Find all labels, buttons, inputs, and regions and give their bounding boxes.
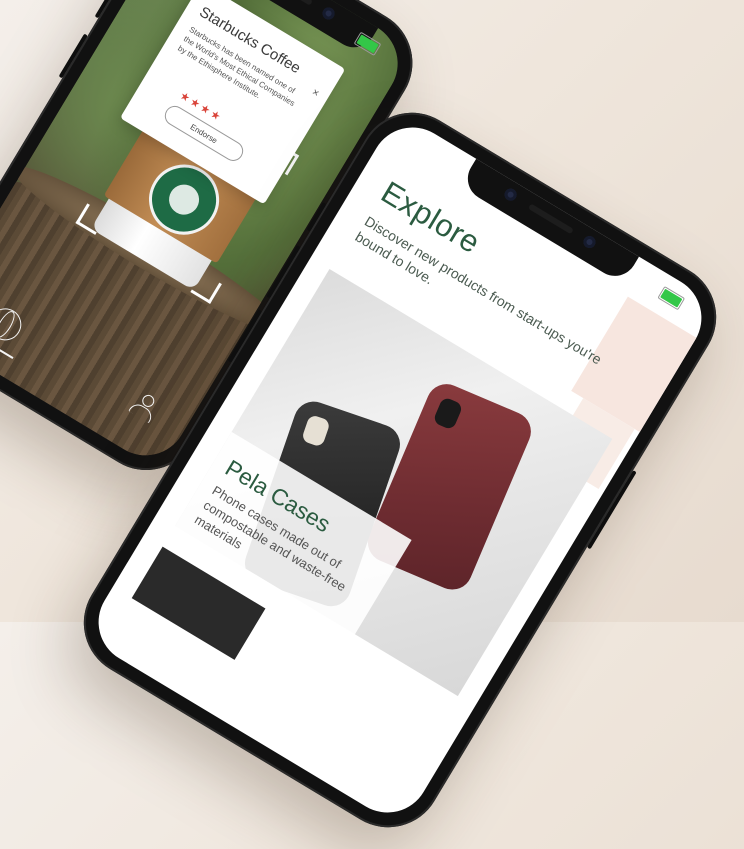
speaker [267,0,313,6]
camera-icon [502,186,519,203]
speaker [527,203,574,235]
mute-switch [94,0,114,19]
camera-cutout [432,396,464,431]
notch [459,157,641,285]
battery-icon [657,285,686,311]
battery-icon [353,31,382,57]
camera-cutout [300,413,331,448]
sensor-icon [320,5,337,22]
close-icon[interactable]: × [310,86,322,100]
sensor-icon [581,233,598,251]
